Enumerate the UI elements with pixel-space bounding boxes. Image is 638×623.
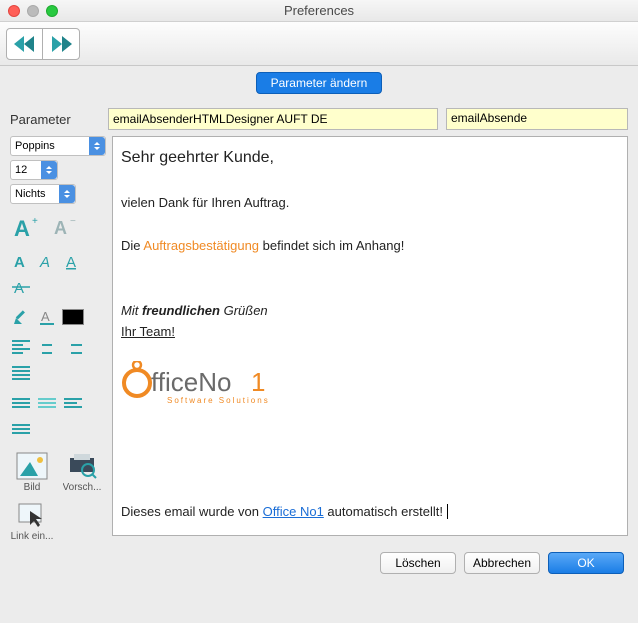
pencil-icon[interactable] xyxy=(10,306,32,328)
list-1-icon[interactable] xyxy=(10,392,32,414)
align-right-icon[interactable] xyxy=(62,336,84,358)
align-center-icon[interactable] xyxy=(36,336,58,358)
preview-button[interactable]: Vorsch... xyxy=(60,452,104,493)
text-style-a2-icon[interactable]: A xyxy=(36,250,58,272)
decrease-font-icon[interactable]: A− xyxy=(48,212,82,242)
nav-prev-button[interactable] xyxy=(7,29,43,59)
svg-text:A: A xyxy=(66,254,76,270)
list-4-icon[interactable] xyxy=(10,418,32,440)
font-select-value: Poppins xyxy=(15,140,55,152)
logo: fficeNo 1 Software Solutions xyxy=(121,361,619,410)
image-icon xyxy=(16,452,48,480)
editor-footer: Dieses email wurde von Office No1 automa… xyxy=(121,503,619,525)
list-3-icon[interactable] xyxy=(62,392,84,414)
svg-text:A: A xyxy=(41,309,50,324)
office-no1-link[interactable]: Office No1 xyxy=(263,504,324,519)
parameter-input-1[interactable] xyxy=(108,108,438,130)
titlebar: Preferences xyxy=(0,0,638,22)
svg-text:+: + xyxy=(32,216,38,227)
editor-line-1: vielen Dank für Ihren Auftrag. xyxy=(121,194,619,212)
svg-text:1: 1 xyxy=(251,367,265,397)
editor-greeting: Sehr geehrter Kunde, xyxy=(121,147,619,169)
editor-line-2: Die Auftragsbestätigung befindet sich im… xyxy=(121,237,619,255)
text-style-a3-icon[interactable]: A xyxy=(62,250,84,272)
text-style-a1-icon[interactable]: A xyxy=(10,250,32,272)
link-cursor-icon xyxy=(16,501,48,529)
insert-image-button[interactable]: Bild xyxy=(10,452,54,493)
cancel-button[interactable]: Abbrechen xyxy=(464,552,540,574)
svg-text:A: A xyxy=(14,254,25,270)
insert-image-label: Bild xyxy=(24,482,41,493)
ok-button[interactable]: OK xyxy=(548,552,624,574)
style-select-value: Nichts xyxy=(15,188,46,200)
align-left-icon[interactable] xyxy=(10,336,32,358)
svg-text:A: A xyxy=(14,216,30,240)
align-justify-icon[interactable] xyxy=(10,362,32,384)
editor-line-4: Ihr Team! xyxy=(121,323,619,341)
toolbar xyxy=(0,22,638,66)
list-2-icon[interactable] xyxy=(36,392,58,414)
svg-text:A: A xyxy=(14,280,24,296)
font-select[interactable]: Poppins xyxy=(10,136,106,156)
text-color-icon[interactable]: A xyxy=(36,306,58,328)
parameter-input-2[interactable]: emailAbsende xyxy=(446,108,628,130)
insert-link-button[interactable]: Link ein... xyxy=(10,501,54,542)
color-swatch[interactable] xyxy=(62,306,84,328)
editor-line-3: Mit freundlichen Grüßen xyxy=(121,302,619,320)
banner-label: Parameter ändern xyxy=(256,72,383,94)
email-editor[interactable]: Sehr geehrter Kunde, vielen Dank für Ihr… xyxy=(112,136,628,536)
svg-text:A: A xyxy=(39,254,50,270)
window-title: Preferences xyxy=(0,3,638,18)
size-select-value: 12 xyxy=(15,164,27,176)
svg-text:−: − xyxy=(70,216,76,227)
banner-row: Parameter ändern xyxy=(0,66,638,104)
nav-next-button[interactable] xyxy=(43,29,79,59)
style-select[interactable]: Nichts xyxy=(10,184,76,204)
logo-text: fficeNo xyxy=(151,367,231,397)
parameter-row: Parameter emailAbsende xyxy=(0,104,638,136)
nav-group xyxy=(6,28,80,60)
increase-font-icon[interactable]: A+ xyxy=(10,212,44,242)
text-style-a4-icon[interactable]: A xyxy=(10,276,32,298)
dialog-buttons: Löschen Abbrechen OK xyxy=(0,542,638,574)
preview-label: Vorsch... xyxy=(63,482,102,493)
size-select[interactable]: 12 xyxy=(10,160,58,180)
printer-preview-icon xyxy=(66,452,98,480)
format-sidebar: Poppins 12 Nichts A+ A− A A A A A xyxy=(10,136,106,542)
logo-subtext: Software Solutions xyxy=(167,396,270,405)
insert-link-label: Link ein... xyxy=(11,531,54,542)
delete-button[interactable]: Löschen xyxy=(380,552,456,574)
parameter-label: Parameter xyxy=(10,112,100,127)
svg-text:A: A xyxy=(54,218,67,238)
